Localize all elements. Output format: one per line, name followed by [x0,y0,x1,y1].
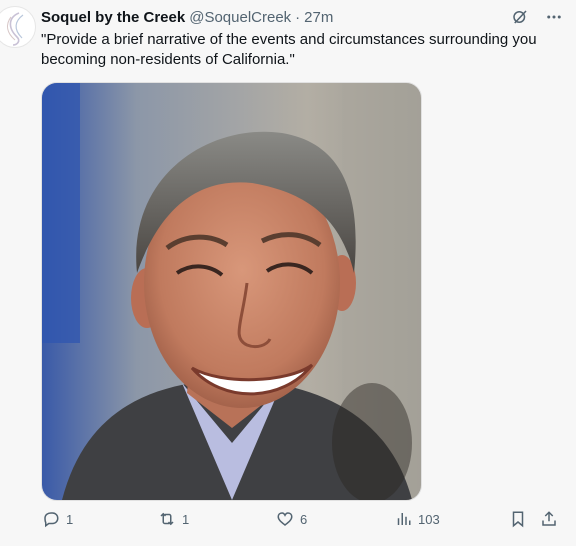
like-count: 6 [300,511,308,527]
tweet-photo[interactable] [41,82,422,501]
share-icon [542,511,556,526]
avatar[interactable] [0,6,36,48]
author-name[interactable]: Soquel by the Creek [41,9,185,26]
tweet-header: Soquel by the Creek @SoquelCreek · 27m [41,7,333,27]
tweet-text: "Provide a brief narrative of the events… [41,31,537,68]
separator-dot: · [295,8,301,26]
more-icon[interactable] [544,7,564,27]
reply-icon [44,512,59,528]
views-button[interactable]: 103 [394,510,440,528]
views-icon [397,513,411,525]
retweet-icon [160,512,174,526]
author-handle[interactable]: @SoquelCreek [189,9,291,26]
grok-icon[interactable] [510,7,530,27]
views-count: 103 [418,511,440,527]
tweet-actions: 1 1 6 103 [0,510,576,536]
reply-count: 1 [66,511,74,527]
timestamp[interactable]: 27m [304,9,333,26]
reply-button[interactable]: 1 [42,510,73,528]
bookmark-icon [512,511,524,528]
tweet[interactable]: Soquel by the Creek @SoquelCreek · 27m "… [0,0,576,546]
share-button[interactable] [540,510,558,528]
like-icon [277,512,293,526]
tweet-top-actions [510,7,564,27]
bookmark-button[interactable] [509,510,527,528]
retweet-button[interactable]: 1 [158,510,189,528]
retweet-count: 1 [182,511,190,527]
like-button[interactable]: 6 [276,510,307,528]
